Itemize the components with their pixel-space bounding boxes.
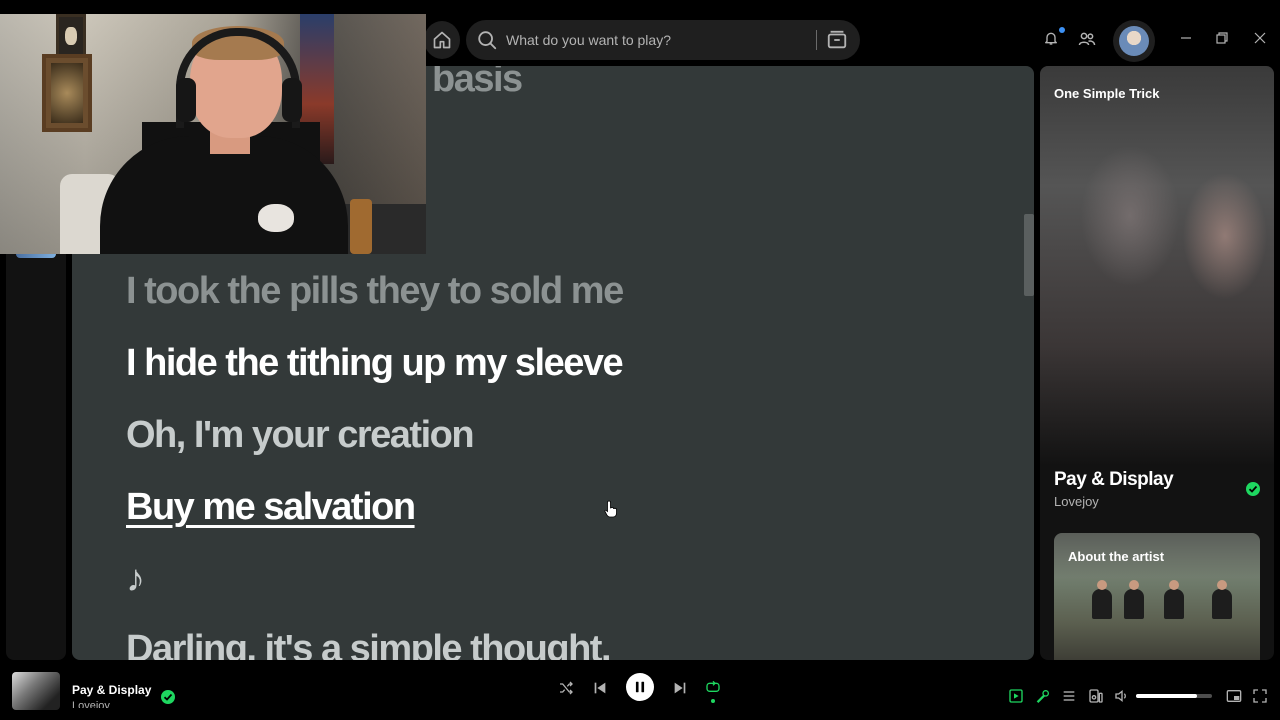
now-playing-title[interactable]: Pay & Display — [72, 683, 151, 697]
restore-icon[interactable] — [1214, 30, 1230, 46]
search-divider — [816, 30, 817, 50]
lyric-line[interactable]: Oh, I'm your creation — [126, 414, 475, 457]
pause-icon — [635, 681, 645, 693]
lyric-line[interactable]: Darling, it's a simple thought. — [126, 628, 612, 660]
connect-device-icon[interactable] — [1088, 688, 1104, 704]
artist-link[interactable]: Lovejoy — [1054, 494, 1099, 509]
bell-icon — [1045, 32, 1057, 45]
checkmark-icon — [1248, 485, 1258, 493]
friend-activity-button[interactable] — [1078, 30, 1098, 50]
avatar — [1119, 26, 1149, 56]
playlist-title[interactable]: One Simple Trick — [1054, 86, 1160, 101]
lyrics-scrollbar[interactable] — [1024, 214, 1034, 296]
track-title[interactable]: Pay & Display — [1054, 469, 1174, 491]
webcam-picture-frame — [42, 54, 92, 132]
close-icon[interactable] — [1252, 30, 1268, 46]
webcam-chair-post — [350, 199, 372, 254]
home-icon — [433, 31, 451, 49]
webcam-overlay — [0, 14, 426, 254]
webcam-headphone-cup — [282, 78, 302, 122]
now-playing-view-icon[interactable] — [1008, 688, 1024, 704]
about-artist-card[interactable]: About the artist — [1054, 533, 1260, 660]
artist-photo-figure — [1164, 580, 1184, 619]
saved-check-icon[interactable] — [1246, 482, 1260, 496]
lyric-line-active[interactable]: I hide the tithing up my sleeve — [126, 342, 624, 385]
miniplayer-icon[interactable] — [1226, 688, 1242, 704]
repeat-icon — [706, 680, 720, 692]
shuffle-icon — [560, 681, 573, 695]
search-bar[interactable] — [466, 20, 860, 60]
artist-photo-figure — [1124, 580, 1144, 619]
friends-icon — [1078, 32, 1096, 46]
liked-check-icon[interactable] — [161, 690, 175, 704]
checkmark-icon — [163, 693, 173, 701]
next-button[interactable] — [670, 678, 690, 698]
lyric-line[interactable]: basis — [432, 66, 523, 101]
volume-icon[interactable] — [1114, 688, 1130, 704]
browse-icon[interactable] — [826, 29, 848, 51]
lyric-line[interactable]: I took the pills they to sold me — [126, 270, 624, 313]
notification-dot — [1059, 27, 1065, 33]
webcam-shirt-logo — [258, 204, 294, 232]
hand-cursor-icon — [604, 500, 617, 518]
player-bar: Pay & Display Lovejoy — [0, 664, 1280, 720]
now-playing-cover[interactable] — [12, 672, 60, 710]
previous-button[interactable] — [590, 678, 610, 698]
artist-photo-figure — [1092, 580, 1112, 619]
search-input[interactable] — [506, 28, 806, 52]
lyrics-icon[interactable] — [1035, 688, 1051, 704]
now-playing-panel: One Simple Trick Pay & Display Lovejoy A… — [1040, 66, 1274, 660]
webcam-headphone-cup — [176, 78, 196, 122]
repeat-active-dot — [711, 699, 715, 703]
skip-forward-icon — [674, 682, 686, 694]
skip-back-icon — [594, 682, 606, 694]
notifications-button[interactable] — [1043, 27, 1065, 49]
volume-slider-fill — [1136, 694, 1197, 698]
search-icon — [478, 31, 497, 50]
lyric-line-hovered[interactable]: Buy me salvation — [126, 486, 416, 529]
fullscreen-icon[interactable] — [1252, 688, 1268, 704]
profile-button[interactable] — [1113, 20, 1155, 62]
album-art-canvas — [1040, 66, 1274, 466]
repeat-button[interactable] — [703, 678, 723, 698]
spotify-window: basis I took the pills they to sold me I… — [0, 0, 1280, 720]
pause-button[interactable] — [626, 673, 654, 701]
volume-slider[interactable] — [1136, 694, 1212, 698]
minimize-icon[interactable] — [1178, 30, 1194, 46]
lyric-line-instrumental[interactable]: ♪ — [126, 558, 145, 601]
about-artist-label: About the artist — [1068, 549, 1165, 564]
shuffle-button[interactable] — [556, 678, 576, 698]
home-button[interactable] — [424, 21, 460, 59]
now-playing-artist[interactable]: Lovejoy — [72, 700, 110, 708]
artist-photo-figure — [1212, 580, 1232, 619]
queue-icon[interactable] — [1061, 688, 1077, 704]
